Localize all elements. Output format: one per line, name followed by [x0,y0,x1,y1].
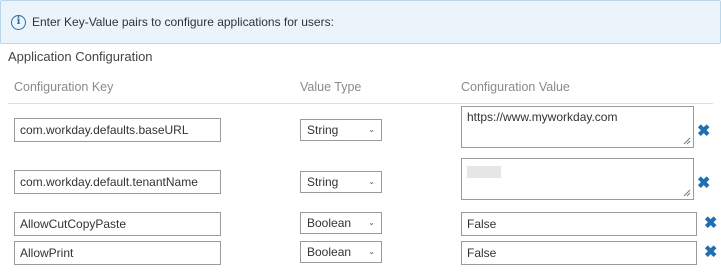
remove-row-button[interactable]: ✖ [697,124,710,140]
config-value-text: https://www.myworkday.com [467,110,618,124]
remove-row-button[interactable]: ✖ [704,216,717,232]
remove-row-button[interactable]: ✖ [697,176,710,192]
config-key-input[interactable]: com.workday.default.tenantName [14,170,221,194]
resize-grip-icon[interactable] [683,189,691,197]
config-value-input[interactable]: False [461,241,697,265]
chevron-down-icon: ⌄ [368,247,375,256]
close-icon: ✖ [697,123,711,140]
value-type-select[interactable]: String ⌄ [300,119,382,141]
close-icon: ✖ [704,244,718,261]
config-value-input[interactable]: False [461,212,697,236]
info-banner: i Enter Key-Value pairs to configure app… [0,0,721,44]
config-key-input[interactable]: AllowPrint [14,241,221,265]
config-value-textarea[interactable]: https://www.myworkday.com [461,106,694,148]
column-header-type: Value Type [300,80,362,94]
config-key-input[interactable]: com.workday.defaults.baseURL [14,118,221,142]
value-type-selected: Boolean [307,245,352,259]
value-type-selected: Boolean [307,216,352,230]
config-key-input[interactable]: AllowCutCopyPaste [14,212,221,236]
info-icon: i [11,14,26,30]
remove-row-button[interactable]: ✖ [704,245,717,261]
section-title: Application Configuration [8,49,153,64]
chevron-down-icon: ⌄ [368,218,375,227]
column-header-value: Configuration Value [461,80,570,94]
chevron-down-icon: ⌄ [368,125,375,134]
value-type-selected: String [307,123,339,137]
column-header-key: Configuration Key [14,80,114,94]
close-icon: ✖ [704,215,718,232]
close-icon: ✖ [697,175,711,192]
header-divider [8,103,713,104]
info-banner-text: Enter Key-Value pairs to configure appli… [32,15,334,29]
value-type-select[interactable]: Boolean ⌄ [300,212,382,234]
chevron-down-icon: ⌄ [368,177,375,186]
config-value-textarea[interactable] [461,158,694,200]
value-type-selected: String [307,175,339,189]
value-type-select[interactable]: String ⌄ [300,171,382,193]
resize-grip-icon[interactable] [683,137,691,145]
value-type-select[interactable]: Boolean ⌄ [300,241,382,263]
redacted-value [467,166,501,178]
